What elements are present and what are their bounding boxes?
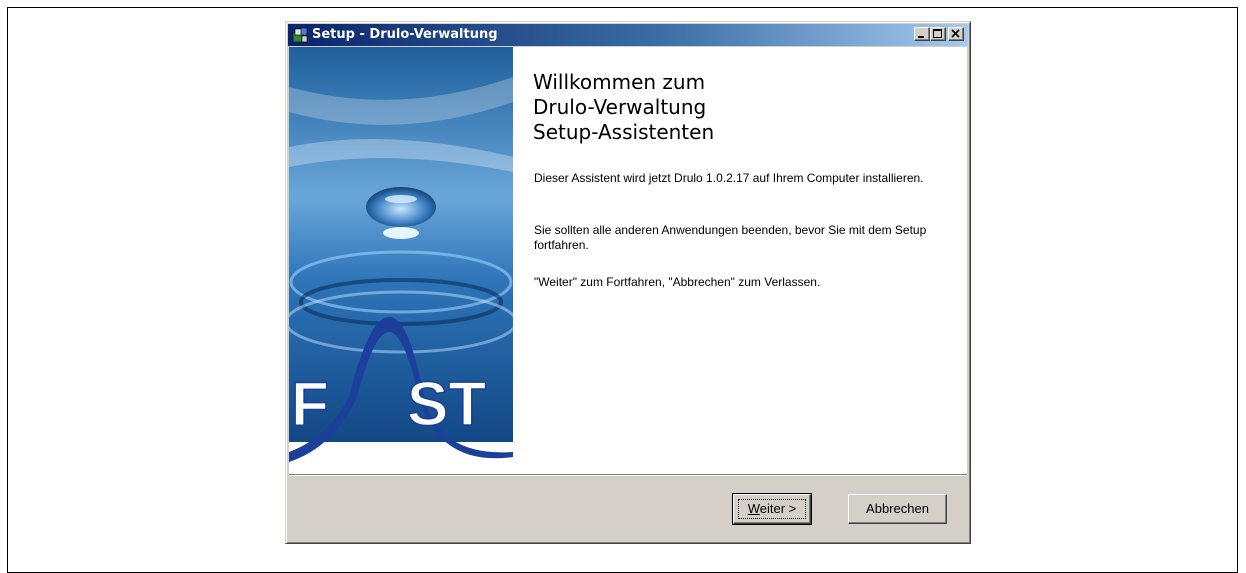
maximize-icon — [933, 29, 942, 38]
welcome-title-line2: Drulo-Verwaltung — [533, 95, 707, 119]
wizard-content: F ST Willkommen zum Drulo-Verwaltung Set… — [289, 47, 967, 474]
water-drop-image: F ST — [289, 47, 513, 474]
setup-window: Setup - Drulo-Verwaltung F ST Willkommen… — [285, 21, 971, 544]
intro-paragraph: Dieser Assistent wird jetzt Drulo 1.0.2.… — [534, 171, 924, 185]
welcome-title-line1: Willkommen zum — [533, 70, 706, 94]
instructions-paragraph: "Weiter" zum Fortfahren, "Abbrechen" zum… — [534, 275, 821, 289]
title-bar[interactable]: Setup - Drulo-Verwaltung — [288, 24, 968, 46]
close-button[interactable] — [948, 27, 964, 41]
maximize-button[interactable] — [930, 27, 946, 41]
setup-app-icon — [292, 27, 308, 43]
sidebar-image: F ST — [289, 47, 513, 474]
button-area-divider — [289, 474, 967, 476]
welcome-title: Willkommen zum Drulo-Verwaltung Setup-As… — [533, 70, 953, 145]
next-button[interactable]: Weiter > — [732, 493, 812, 525]
svg-text:ST: ST — [407, 370, 486, 439]
welcome-title-line3: Setup-Assistenten — [533, 120, 715, 144]
cancel-button-label: Abbrechen — [866, 501, 929, 516]
cancel-button[interactable]: Abbrechen — [848, 494, 947, 524]
minimize-button[interactable] — [914, 27, 930, 41]
close-icon — [951, 29, 960, 38]
focus-rectangle — [738, 499, 806, 519]
window-title: Setup - Drulo-Verwaltung — [312, 27, 498, 42]
fast-logo-text: F — [291, 370, 329, 439]
close-apps-paragraph: Sie sollten alle anderen Anwendungen bee… — [534, 223, 927, 252]
minimize-icon — [918, 36, 924, 38]
